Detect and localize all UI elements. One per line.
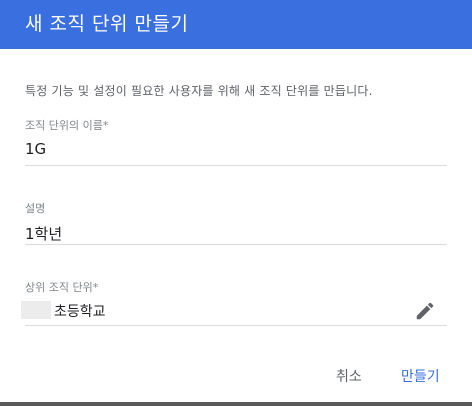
description-field[interactable]: 설명 1학년 [25, 200, 447, 246]
parent-org-unit-field[interactable]: 상위 조직 단위* 초등학교 [21, 279, 447, 327]
create-org-unit-dialog: 새 조직 단위 만들기 특정 기능 및 설정이 필요한 사용자를 위해 새 조직… [0, 0, 472, 406]
org-unit-name-label: 조직 단위의 이름* [25, 119, 109, 132]
create-button[interactable]: 만들기 [401, 366, 440, 386]
dialog-description: 특정 기능 및 설정이 필요한 사용자를 위해 새 조직 단위를 만듭니다. [25, 84, 373, 98]
cancel-button[interactable]: 취소 [336, 366, 362, 386]
parent-org-unit-label: 상위 조직 단위* [25, 281, 99, 294]
org-unit-name-field[interactable]: 조직 단위의 이름* 1G [25, 117, 447, 167]
redacted-block [21, 301, 51, 319]
parent-org-unit-underline [25, 325, 447, 326]
org-unit-name-input[interactable]: 1G [25, 140, 447, 158]
description-underline [25, 244, 447, 245]
bottom-edge [0, 402, 472, 406]
dialog-title: 새 조직 단위 만들기 [25, 13, 189, 35]
parent-org-unit-value: 초등학교 [54, 304, 106, 320]
description-input[interactable]: 1학년 [25, 223, 447, 244]
pencil-icon[interactable] [414, 300, 436, 322]
parent-org-unit-row: 초등학교 [21, 299, 447, 323]
dialog-header: 새 조직 단위 만들기 [0, 0, 472, 49]
description-label: 설명 [25, 202, 46, 215]
org-unit-name-underline [25, 165, 447, 166]
